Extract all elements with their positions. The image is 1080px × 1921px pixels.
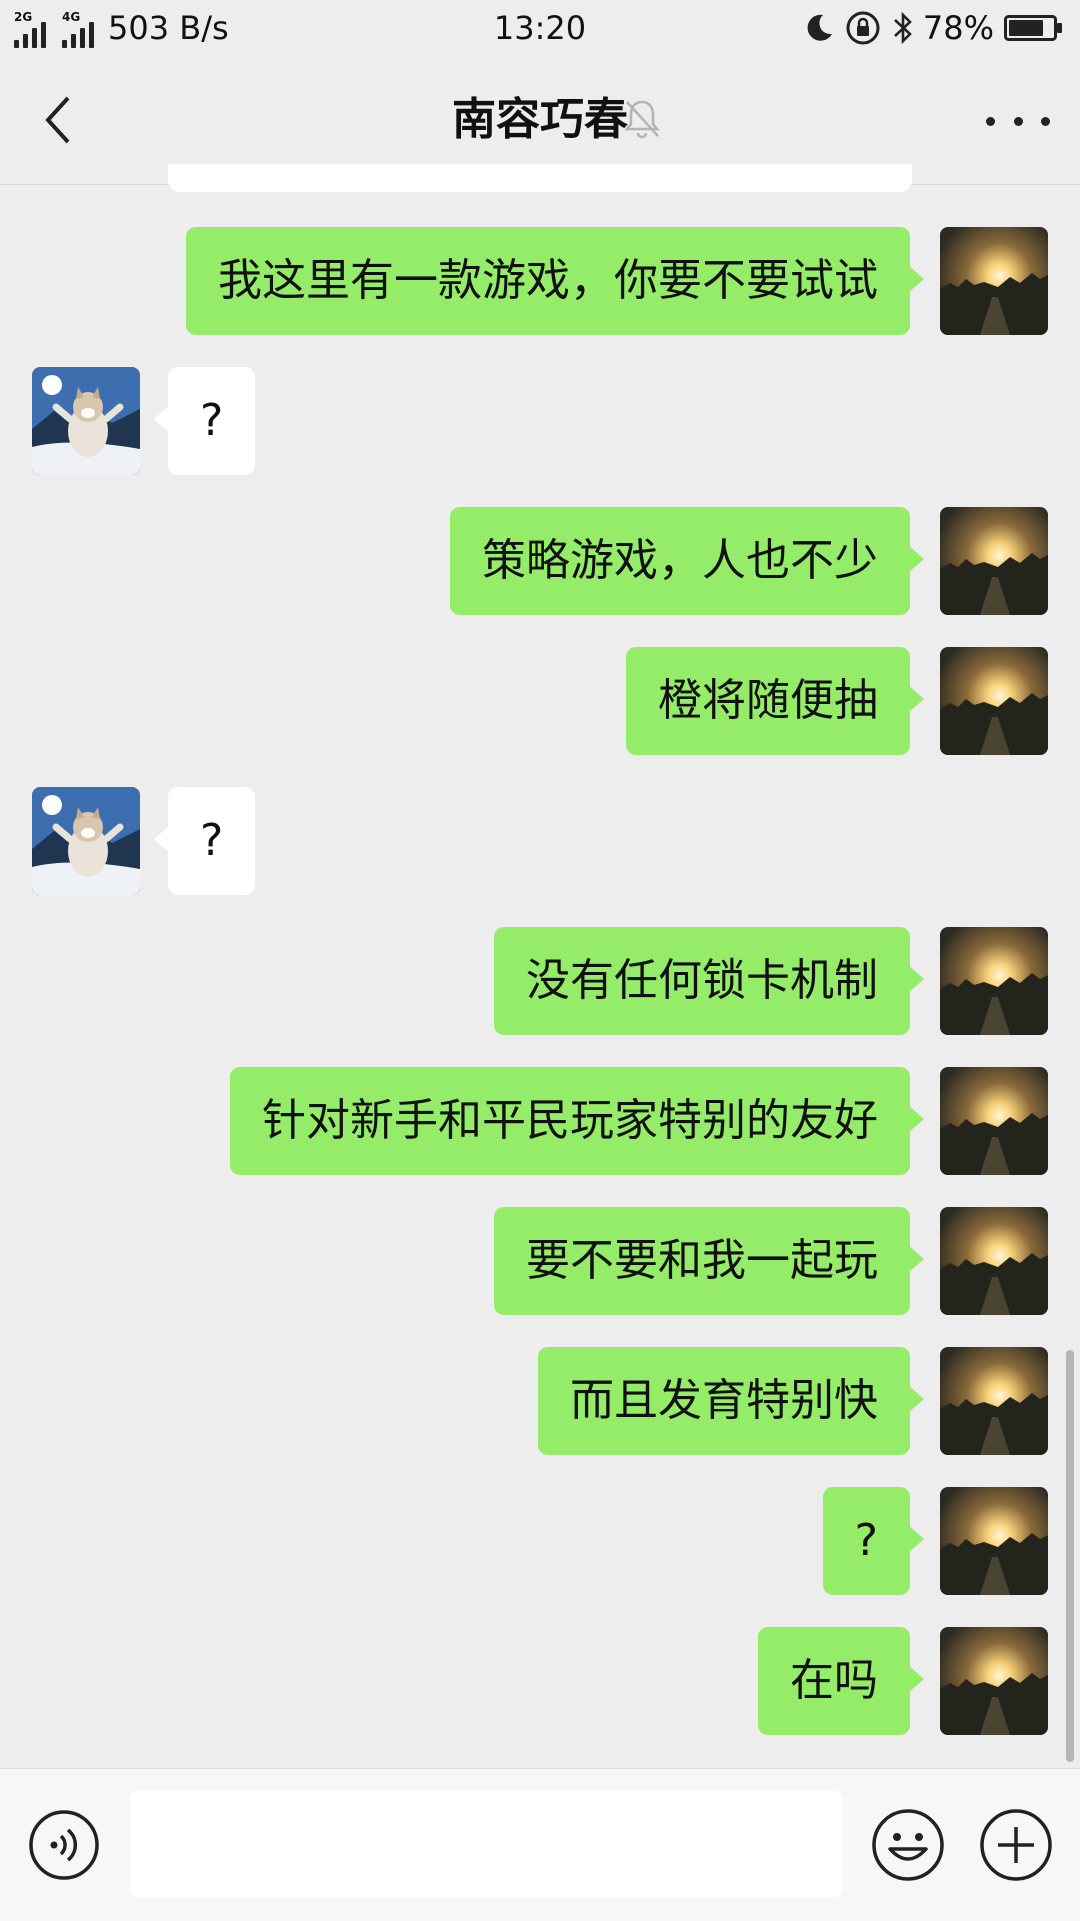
message-bubble[interactable]: 我这里有一款游戏，你要不要试试	[186, 227, 924, 335]
message-bubble[interactable]: 而且发育特别快	[538, 1347, 924, 1455]
message-outgoing: 策略游戏，人也不少	[0, 507, 1080, 615]
message-outgoing: ?	[0, 1487, 1080, 1595]
battery-percent: 78%	[922, 9, 994, 47]
my-avatar[interactable]	[940, 227, 1048, 335]
my-avatar[interactable]	[940, 1627, 1048, 1735]
message-bubble[interactable]: 要不要和我一起玩	[494, 1207, 924, 1315]
more-button[interactable]	[986, 96, 1050, 146]
emoji-icon	[872, 1809, 944, 1881]
message-outgoing: 针对新手和平民玩家特别的友好	[0, 1067, 1080, 1175]
my-avatar[interactable]	[940, 927, 1048, 1035]
message-bubble[interactable]: 橙将随便抽	[626, 647, 924, 755]
message-outgoing: 我这里有一款游戏，你要不要试试	[0, 227, 1080, 335]
message-outgoing: 没有任何锁卡机制	[0, 927, 1080, 1035]
message-incoming: ?	[0, 367, 1080, 475]
input-bar	[0, 1768, 1080, 1921]
status-bar: 2G 4G 503 B/s 13:20 78%	[0, 0, 1080, 56]
my-avatar[interactable]	[940, 1347, 1048, 1455]
message-bubble[interactable]: ?	[822, 1487, 925, 1595]
plus-icon	[980, 1809, 1052, 1881]
emoji-button[interactable]	[870, 1807, 946, 1883]
message-outgoing: 要不要和我一起玩	[0, 1207, 1080, 1315]
scrollbar[interactable]	[1066, 1350, 1074, 1762]
voice-icon	[29, 1810, 99, 1880]
status-right: 78%	[793, 8, 1064, 48]
moon-icon	[807, 14, 832, 41]
more-dot	[986, 116, 995, 126]
bluetooth-icon	[893, 11, 912, 45]
my-avatar[interactable]	[940, 647, 1048, 755]
my-avatar[interactable]	[940, 1487, 1048, 1595]
chat-title: 南容巧春	[452, 94, 628, 145]
message-outgoing: 而且发育特别快	[0, 1347, 1080, 1455]
rotation-lock-icon	[846, 11, 880, 45]
message-bubble[interactable]: ?	[153, 367, 256, 475]
more-dot	[1013, 116, 1023, 126]
message-bubble[interactable]: 在吗	[758, 1627, 924, 1735]
voice-button[interactable]	[28, 1809, 100, 1881]
bell-off-icon	[624, 100, 660, 139]
contact-avatar[interactable]	[32, 787, 140, 895]
message-outgoing: 在吗	[0, 1627, 1080, 1735]
message-bubble[interactable]: ?	[153, 787, 256, 895]
message-outgoing: 橙将随便抽	[0, 647, 1080, 755]
my-avatar[interactable]	[940, 507, 1048, 615]
contact-avatar[interactable]	[32, 367, 140, 475]
message-input[interactable]	[130, 1791, 842, 1897]
my-avatar[interactable]	[940, 1067, 1048, 1175]
battery-icon	[1004, 15, 1062, 41]
my-avatar[interactable]	[940, 1207, 1048, 1315]
message-bubble[interactable]: 针对新手和平民玩家特别的友好	[230, 1067, 924, 1175]
message-incoming: ?	[0, 787, 1080, 895]
more-functions-button[interactable]	[978, 1807, 1054, 1883]
more-dot	[1041, 116, 1050, 126]
message-bubble[interactable]: 没有任何锁卡机制	[494, 927, 924, 1035]
message-bubble[interactable]: 策略游戏，人也不少	[450, 507, 924, 615]
previous-message-bubble	[168, 164, 912, 192]
